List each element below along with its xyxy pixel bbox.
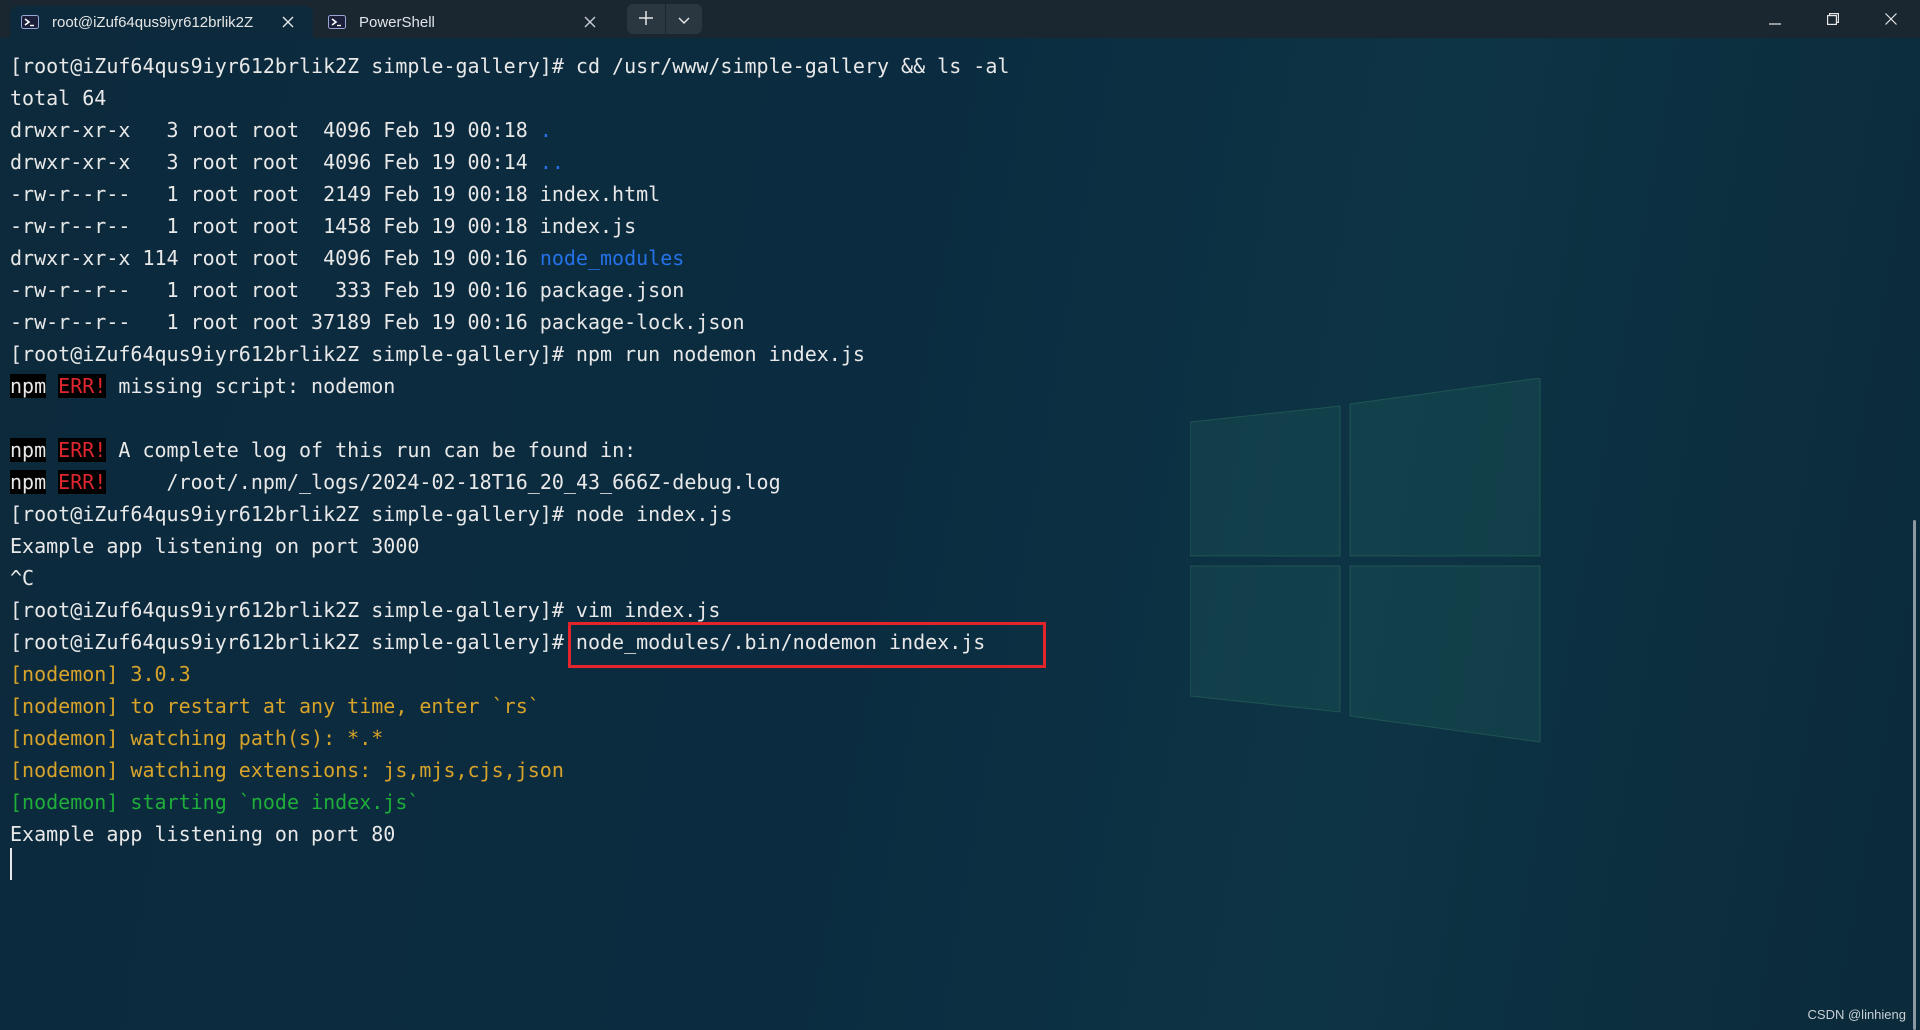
nodemon-start-message: [nodemon] starting `node index.js` xyxy=(10,790,420,814)
text-cursor xyxy=(10,848,12,880)
npm-tag: npm xyxy=(10,438,47,462)
close-window-button[interactable] xyxy=(1862,0,1920,38)
minimize-button[interactable] xyxy=(1746,0,1804,38)
terminal-line: -rw-r--r-- 1 root root 2149 Feb 19 00:18… xyxy=(10,178,1009,210)
terminal-text: /root/.npm/_logs/2024-02-18T16_20_43_666… xyxy=(106,470,781,494)
terminal-text: [root@iZuf64qus9iyr612brlik2Z simple-gal… xyxy=(10,342,865,366)
terminal-line: Example app listening on port 3000 xyxy=(10,530,1009,562)
new-tab-button[interactable] xyxy=(627,4,666,34)
close-icon[interactable] xyxy=(579,11,601,33)
terminal-pane[interactable]: [root@iZuf64qus9iyr612brlik2Z simple-gal… xyxy=(0,38,1920,1030)
terminal-line: drwxr-xr-x 3 root root 4096 Feb 19 00:18… xyxy=(10,114,1009,146)
new-tab-group xyxy=(627,4,702,34)
nodemon-message: [nodemon] 3.0.3 xyxy=(10,662,191,686)
terminal-line: drwxr-xr-x 114 root root 4096 Feb 19 00:… xyxy=(10,242,1009,274)
terminal-line: [nodemon] starting `node index.js` xyxy=(10,786,1009,818)
terminal-line: -rw-r--r-- 1 root root 1458 Feb 19 00:18… xyxy=(10,210,1009,242)
plus-icon xyxy=(639,10,653,29)
terminal-text: missing script: nodemon xyxy=(106,374,396,398)
terminal-line: [nodemon] to restart at any time, enter … xyxy=(10,690,1009,722)
windows-logo-watermark xyxy=(1190,378,1541,743)
terminal-text: drwxr-xr-x 114 root root 4096 Feb 19 00:… xyxy=(10,246,540,270)
title-bar: root@iZuf64qus9iyr612brlik2Z PowerShell xyxy=(0,0,1920,38)
terminal-text: -rw-r--r-- 1 root root 1458 Feb 19 00:18… xyxy=(10,214,637,238)
restore-button[interactable] xyxy=(1804,0,1862,38)
chevron-down-icon xyxy=(678,10,690,29)
terminal-text: Example app listening on port 80 xyxy=(10,822,396,846)
terminal-text: -rw-r--r-- 1 root root 2149 Feb 19 00:18… xyxy=(10,182,661,206)
terminal-line: drwxr-xr-x 3 root root 4096 Feb 19 00:14… xyxy=(10,146,1009,178)
nodemon-message: [nodemon] to restart at any time, enter … xyxy=(10,694,540,718)
terminal-text: drwxr-xr-x 3 root root 4096 Feb 19 00:14 xyxy=(10,150,540,174)
tab-root-session[interactable]: root@iZuf64qus9iyr612brlik2Z xyxy=(10,6,313,38)
new-tab-dropdown-button[interactable] xyxy=(666,4,702,34)
highlight-annotation-box xyxy=(568,622,1046,668)
terminal-line: [nodemon] watching path(s): *.* xyxy=(10,722,1009,754)
tab-powershell[interactable]: PowerShell xyxy=(317,6,615,38)
terminal-line: -rw-r--r-- 1 root root 37189 Feb 19 00:1… xyxy=(10,306,1009,338)
terminal-line: npm ERR! /root/.npm/_logs/2024-02-18T16_… xyxy=(10,466,1009,498)
terminal-line: npm ERR! missing script: nodemon xyxy=(10,370,1009,402)
terminal-line: [root@iZuf64qus9iyr612brlik2Z simple-gal… xyxy=(10,338,1009,370)
tab-label: PowerShell xyxy=(359,13,435,31)
directory-name: .. xyxy=(539,150,564,174)
powershell-icon xyxy=(327,14,347,30)
terminal-text: [root@iZuf64qus9iyr612brlik2Z simple-gal… xyxy=(10,54,1010,78)
npm-tag: npm xyxy=(10,374,47,398)
scrollbar[interactable] xyxy=(1913,520,1916,1030)
directory-name: node_modules xyxy=(539,246,685,270)
watermark-text: CSDN @linhieng xyxy=(1807,1007,1906,1022)
terminal-text: -rw-r--r-- 1 root root 37189 Feb 19 00:1… xyxy=(10,310,745,334)
terminal-text: drwxr-xr-x 3 root root 4096 Feb 19 00:18 xyxy=(10,118,540,142)
error-tag: ERR! xyxy=(58,438,107,462)
close-icon[interactable] xyxy=(277,11,299,33)
terminal-line: ^C xyxy=(10,562,1009,594)
terminal-line: Example app listening on port 80 xyxy=(10,818,1009,850)
npm-tag: npm xyxy=(10,470,47,494)
error-tag: ERR! xyxy=(58,374,107,398)
restore-icon xyxy=(1827,10,1839,29)
terminal-text: total 64 xyxy=(10,86,107,110)
terminal-line: [root@iZuf64qus9iyr612brlik2Z simple-gal… xyxy=(10,498,1009,530)
terminal-text: [root@iZuf64qus9iyr612brlik2Z simple-gal… xyxy=(10,502,733,526)
nodemon-message: [nodemon] watching path(s): *.* xyxy=(10,726,384,750)
terminal-text: ^C xyxy=(10,566,35,590)
error-tag: ERR! xyxy=(58,470,107,494)
terminal-text: -rw-r--r-- 1 root root 333 Feb 19 00:16 … xyxy=(10,278,685,302)
terminal-output: [root@iZuf64qus9iyr612brlik2Z simple-gal… xyxy=(10,50,1009,850)
terminal-icon xyxy=(20,14,40,30)
close-icon xyxy=(1885,10,1897,29)
directory-name: . xyxy=(539,118,552,142)
terminal-line: -rw-r--r-- 1 root root 333 Feb 19 00:16 … xyxy=(10,274,1009,306)
minimize-icon xyxy=(1769,10,1781,29)
terminal-line: [nodemon] watching extensions: js,mjs,cj… xyxy=(10,754,1009,786)
terminal-text: Example app listening on port 3000 xyxy=(10,534,420,558)
nodemon-message: [nodemon] watching extensions: js,mjs,cj… xyxy=(10,758,564,782)
tab-label: root@iZuf64qus9iyr612brlik2Z xyxy=(52,13,254,31)
window-controls xyxy=(1746,0,1920,38)
terminal-line: [root@iZuf64qus9iyr612brlik2Z simple-gal… xyxy=(10,50,1009,82)
terminal-line: npm ERR! A complete log of this run can … xyxy=(10,434,1009,466)
terminal-text: A complete log of this run can be found … xyxy=(106,438,637,462)
terminal-line: total 64 xyxy=(10,82,1009,114)
terminal-text: [root@iZuf64qus9iyr612brlik2Z simple-gal… xyxy=(10,598,721,622)
